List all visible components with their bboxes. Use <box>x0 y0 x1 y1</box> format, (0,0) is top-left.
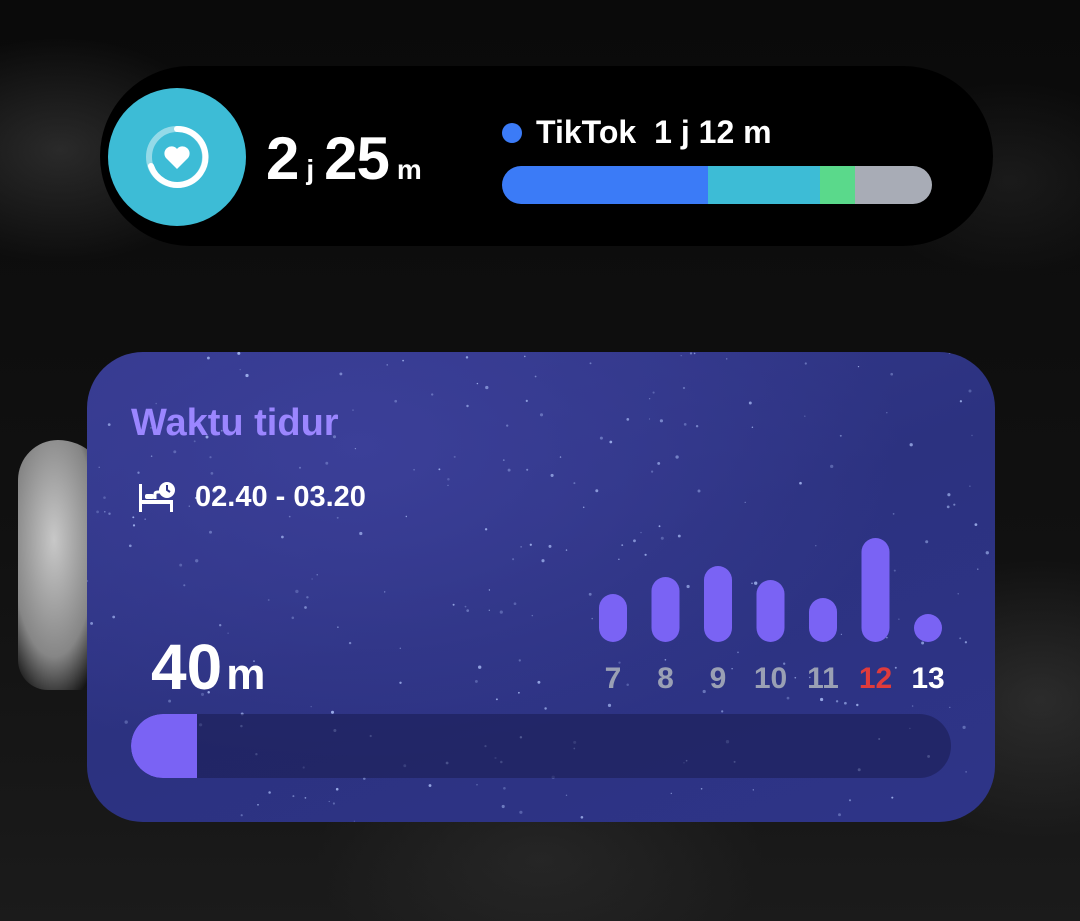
bedtime-title: Waktu tidur <box>131 402 339 444</box>
usage-segment-2 <box>708 166 821 204</box>
sleep-duration-unit: m <box>226 650 266 699</box>
total-hours: 2 <box>266 125 299 192</box>
top-app-summary: TikTok 1 j 12 m <box>502 114 772 151</box>
bed-clock-icon <box>139 482 175 512</box>
day-label-10: 10 <box>754 662 787 695</box>
sleep-duration: 40 m <box>151 630 265 704</box>
usage-segment-4 <box>854 166 932 204</box>
day-label-9: 9 <box>710 662 727 695</box>
usage-segment-1 <box>502 166 709 204</box>
usage-segment-3 <box>820 166 855 204</box>
digital-wellbeing-button[interactable] <box>108 88 246 226</box>
weekly-sleep-chart: 7 8 9 10 11 12 13 <box>599 538 945 695</box>
day-label-7: 7 <box>605 662 622 695</box>
day-label-11: 11 <box>807 662 839 695</box>
sleep-bar-10 <box>756 580 785 642</box>
sleep-bar-11 <box>809 598 837 642</box>
sleep-progress-fill <box>131 714 197 778</box>
sleep-bar-8 <box>651 577 680 642</box>
app-usage-bar <box>502 166 932 204</box>
top-app-time: 1 j 12 m <box>654 114 772 150</box>
bedtime-range-text: 02.40 - 03.20 <box>195 480 366 513</box>
sleep-duration-value: 40 <box>151 631 223 703</box>
total-screen-time: 2 j 25 m <box>266 124 432 193</box>
sleep-progress-track <box>131 714 951 778</box>
top-app-name: TikTok <box>536 114 637 150</box>
screen-time-widget[interactable]: 2 j 25 m TikTok 1 j 12 m <box>100 66 993 246</box>
minutes-unit: m <box>396 154 422 185</box>
sleep-bar-12 <box>861 538 890 642</box>
day-label-12: 12 <box>859 662 892 695</box>
day-label-8: 8 <box>657 662 674 695</box>
app-color-dot-icon <box>502 122 522 143</box>
total-minutes: 25 <box>324 125 390 192</box>
sleep-bar-13 <box>914 614 942 642</box>
sleep-bar-7 <box>599 594 627 642</box>
sleep-bar-9 <box>704 566 732 642</box>
heart-ring-icon <box>146 125 209 188</box>
bedtime-range: 02.40 - 03.20 <box>137 480 366 514</box>
hours-unit: j <box>306 154 315 185</box>
day-label-13: 13 <box>911 662 944 695</box>
bedtime-widget[interactable]: Waktu tidur 02.40 - 03.20 7 8 9 10 11 12 13 40… <box>87 352 995 822</box>
